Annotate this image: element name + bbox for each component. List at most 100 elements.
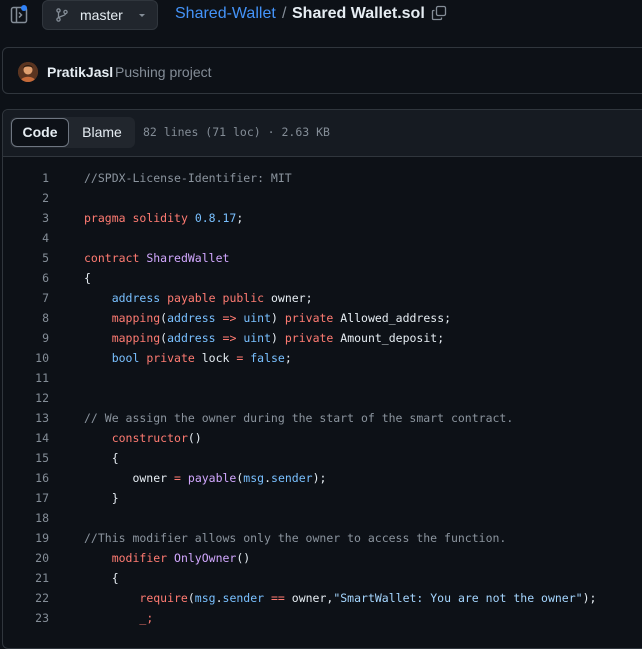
code-token: { xyxy=(84,571,119,585)
code-text: // We assign the owner during the start … xyxy=(84,411,513,425)
code-token: ( xyxy=(187,591,195,605)
code-token: private xyxy=(284,331,334,345)
line-number[interactable]: 16 xyxy=(3,471,49,485)
code-line: 1 //SPDX-License-Identifier: MIT xyxy=(3,168,642,188)
latest-commit-box: PratikJasl Pushing project xyxy=(2,47,642,94)
code-line: 8 mapping(address => uint) private Allow… xyxy=(3,308,642,328)
code-text: modifier OnlyOwner() xyxy=(84,551,251,565)
code-line: 15 { xyxy=(3,448,642,468)
code-token: ; xyxy=(284,351,292,365)
code-token: => xyxy=(222,331,237,345)
line-number[interactable]: 10 xyxy=(3,351,49,365)
code-line: 20 modifier OnlyOwner() xyxy=(3,548,642,568)
code-token: owner; xyxy=(264,291,313,305)
code-token: msg xyxy=(194,591,216,605)
code-token: ); xyxy=(312,471,327,485)
code-line: 19 //This modifier allows only the owner … xyxy=(3,528,642,548)
copy-path-icon[interactable] xyxy=(431,5,447,21)
file-header: Code Blame 82 lines (71 loc) · 2.63 KB xyxy=(3,110,642,157)
code-token: mapping xyxy=(111,311,161,325)
code-line: 2 xyxy=(3,188,642,208)
line-number[interactable]: 6 xyxy=(3,271,49,285)
line-number[interactable]: 15 xyxy=(3,451,49,465)
author-avatar[interactable] xyxy=(18,62,38,82)
line-number[interactable]: 3 xyxy=(3,211,49,225)
code-line: 6{ xyxy=(3,268,642,288)
view-toggle: Code Blame xyxy=(10,117,135,148)
code-token: . xyxy=(264,471,272,485)
code-token: _; xyxy=(139,611,154,625)
breadcrumb-file-name: Shared Wallet.sol xyxy=(292,5,425,22)
commit-author[interactable]: PratikJasl xyxy=(47,64,113,80)
code-token: () xyxy=(187,431,202,445)
code-line: 5 contract SharedWallet xyxy=(3,248,642,268)
code-token: //This modifier allows only the owner to… xyxy=(84,531,507,545)
line-number[interactable]: 22 xyxy=(3,591,49,605)
code-token: private xyxy=(284,311,334,325)
line-number[interactable]: 8 xyxy=(3,311,49,325)
code-line: 9 mapping(address => uint) private Amoun… xyxy=(3,328,642,348)
line-number[interactable]: 23 xyxy=(3,611,49,625)
line-number[interactable]: 9 xyxy=(3,331,49,345)
line-number[interactable]: 4 xyxy=(3,231,49,245)
chevron-down-icon xyxy=(136,8,148,20)
code-line: 12 xyxy=(3,388,642,408)
tab-blame[interactable]: Blame xyxy=(72,118,132,147)
code-token: contract xyxy=(84,251,140,265)
code-token: owner, xyxy=(284,591,334,605)
branch-selector-button[interactable]: master xyxy=(42,0,158,30)
code-text: mapping(address => uint) private Allowed… xyxy=(84,311,451,325)
code-line: 4 xyxy=(3,228,642,248)
code-token: uint xyxy=(243,331,272,345)
code-text: address payable public owner; xyxy=(84,291,313,305)
line-number[interactable]: 5 xyxy=(3,251,49,265)
line-number[interactable]: 17 xyxy=(3,491,49,505)
code-token: payable xyxy=(167,291,216,305)
code-token: //SPDX-License-Identifier: MIT xyxy=(84,171,292,185)
breadcrumb-repo-link[interactable]: Shared-Wallet xyxy=(175,5,276,23)
code-token: OnlyOwner xyxy=(174,551,237,565)
code-text: require(msg.sender == owner,"SmartWallet… xyxy=(84,591,596,605)
line-number[interactable]: 11 xyxy=(3,371,49,385)
line-number[interactable]: 21 xyxy=(3,571,49,585)
file-viewer: Code Blame 82 lines (71 loc) · 2.63 KB 1… xyxy=(2,109,642,649)
line-number[interactable]: 1 xyxy=(3,171,49,185)
line-number[interactable]: 20 xyxy=(3,551,49,565)
code-token: solidity xyxy=(132,211,188,225)
code-token: () xyxy=(236,551,251,565)
code-token: ; xyxy=(236,211,244,225)
code-token: ); xyxy=(582,591,597,605)
code-text: { xyxy=(84,271,91,285)
code-line: 23 _; xyxy=(3,608,642,628)
line-number[interactable]: 2 xyxy=(3,191,49,205)
git-branch-icon xyxy=(55,8,69,22)
code-token: => xyxy=(222,311,237,325)
code-text: contract SharedWallet xyxy=(84,251,229,265)
code-token: constructor xyxy=(111,431,188,445)
line-number[interactable]: 18 xyxy=(3,511,49,525)
code-token: "SmartWallet: You are not the owner" xyxy=(333,591,583,605)
line-number[interactable]: 13 xyxy=(3,411,49,425)
code-line: 17 } xyxy=(3,488,642,508)
commit-message[interactable]: Pushing project xyxy=(115,64,212,80)
line-number[interactable]: 14 xyxy=(3,431,49,445)
code-line: 14 constructor() xyxy=(3,428,642,448)
line-number[interactable]: 19 xyxy=(3,531,49,545)
code-token: false xyxy=(250,351,285,365)
code-token: sender xyxy=(222,591,265,605)
code-line: 22 require(msg.sender == owner,"SmartWal… xyxy=(3,588,642,608)
code-token: SharedWallet xyxy=(146,251,230,265)
line-number[interactable]: 12 xyxy=(3,391,49,405)
line-number[interactable]: 7 xyxy=(3,291,49,305)
tab-code[interactable]: Code xyxy=(11,118,69,147)
code-token: require xyxy=(139,591,188,605)
